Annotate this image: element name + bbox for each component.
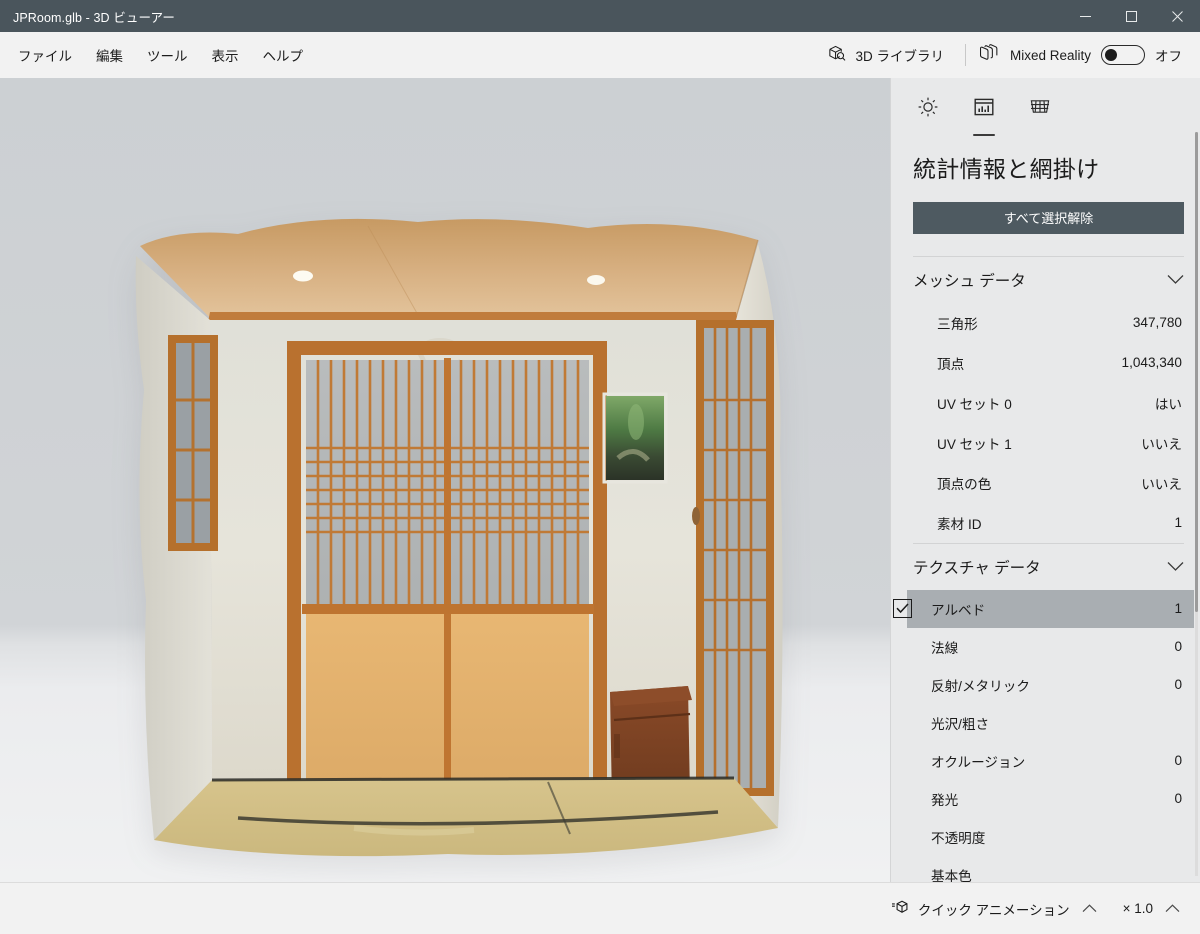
main-body: 統計情報と網掛け すべて選択解除 メッシュ データ 三角形 — [0, 78, 1200, 882]
chevron-down-icon[interactable] — [1167, 274, 1184, 285]
maximize-button[interactable] — [1108, 0, 1154, 32]
table-row: 頂点の色 いいえ — [913, 463, 1184, 503]
row-label: 反射/メタリック — [931, 675, 1030, 695]
3d-viewport[interactable] — [0, 78, 890, 882]
minimize-button[interactable] — [1062, 0, 1108, 32]
row-label: 三角形 — [937, 313, 978, 333]
row-label: 基本色 — [931, 865, 972, 882]
texture-data-section: テクスチャ データ — [913, 543, 1184, 882]
table-row: 頂点 1,043,340 — [913, 343, 1184, 383]
row-label: 頂点の色 — [937, 473, 991, 493]
animation-speed-label: × 1.0 — [1123, 901, 1153, 916]
3d-model-japanese-room[interactable] — [118, 200, 788, 860]
animation-speed-button[interactable]: × 1.0 — [1117, 895, 1186, 922]
deselect-all-button[interactable]: すべて選択解除 — [913, 202, 1184, 234]
bottom-bar: クイック アニメーション × 1.0 — [0, 882, 1200, 934]
toggle-knob — [1105, 49, 1117, 61]
sun-icon — [917, 96, 939, 118]
animation-cube-icon — [891, 899, 910, 919]
list-item-glossiness-roughness[interactable]: 光沢/粗さ — [907, 704, 1194, 742]
title-bar: JPRoom.glb - 3D ビューアー — [0, 0, 1200, 32]
list-item-reflectivity-metallic[interactable]: 反射/メタリック 0 — [907, 666, 1194, 704]
row-value: 1 — [1174, 515, 1182, 530]
menu-bar-right: 3D ライブラリ Mixed Reality オフ — [815, 32, 1200, 78]
grid-icon — [1029, 96, 1051, 116]
table-row: 素材 ID 1 — [913, 503, 1184, 543]
menu-view[interactable]: 表示 — [200, 38, 251, 72]
row-value: 0 — [1174, 791, 1182, 806]
row-label: アルベド — [931, 599, 985, 619]
window-controls — [1062, 0, 1200, 32]
chevron-up-icon[interactable] — [1078, 904, 1097, 913]
panel-tabstrip — [891, 78, 1200, 130]
quick-animation-label: クイック アニメーション — [918, 899, 1070, 919]
row-label: 頂点 — [937, 353, 964, 373]
row-value: 0 — [1174, 753, 1182, 768]
3d-library-button[interactable]: 3D ライブラリ — [815, 36, 956, 74]
tab-lighting[interactable] — [913, 96, 943, 130]
close-button[interactable] — [1154, 0, 1200, 32]
row-value: 0 — [1174, 677, 1182, 692]
list-item-emissive[interactable]: 発光 0 — [907, 780, 1194, 818]
window-title: JPRoom.glb - 3D ビューアー — [0, 7, 175, 26]
mixed-reality-toggle[interactable] — [1101, 45, 1145, 65]
tab-statistics[interactable] — [969, 96, 999, 130]
chevron-up-icon[interactable] — [1161, 904, 1180, 913]
mesh-data-label: メッシュ データ — [913, 269, 1026, 291]
table-row: 三角形 347,780 — [913, 303, 1184, 343]
list-item-occlusion[interactable]: オクルージョン 0 — [907, 742, 1194, 780]
texture-data-label: テクスチャ データ — [913, 556, 1041, 578]
mixed-reality-label: Mixed Reality — [1010, 48, 1091, 63]
chevron-down-icon[interactable] — [1167, 561, 1184, 572]
row-label: UV セット 0 — [937, 393, 1012, 413]
mixed-reality-state: オフ — [1155, 45, 1182, 65]
row-label: 法線 — [931, 637, 958, 657]
statistics-chart-icon — [973, 96, 995, 118]
albedo-checkbox[interactable] — [893, 599, 912, 618]
menu-tools[interactable]: ツール — [135, 38, 200, 72]
row-label: 素材 ID — [937, 513, 982, 533]
row-value: 347,780 — [1133, 315, 1182, 330]
row-value: はい — [1155, 393, 1182, 413]
app-window: JPRoom.glb - 3D ビューアー ファイル 編集 ツール 表示 ヘルプ — [0, 0, 1200, 934]
panel-scrollbar-thumb[interactable] — [1195, 132, 1198, 612]
tab-underline — [973, 134, 995, 137]
row-label: 発光 — [931, 789, 958, 809]
properties-panel-scroll[interactable]: 統計情報と網掛け すべて選択解除 メッシュ データ 三角形 — [891, 78, 1200, 882]
texture-list: アルベド 1 法線 0 反射/メタリック 0 光沢/粗さ — [913, 590, 1184, 882]
menu-divider — [965, 44, 966, 66]
mesh-data-section: メッシュ データ 三角形 347,780 頂点 1,043,340 — [913, 256, 1184, 543]
mesh-data-header[interactable]: メッシュ データ — [913, 257, 1184, 303]
menu-bar: ファイル 編集 ツール 表示 ヘルプ 3D ライブラリ — [0, 32, 1200, 78]
mixed-reality-icon — [979, 44, 1000, 67]
row-label: UV セット 1 — [937, 433, 1012, 453]
row-value: 0 — [1174, 639, 1182, 654]
row-value: 1 — [1174, 601, 1182, 616]
row-label: 光沢/粗さ — [931, 713, 989, 733]
list-item-normal[interactable]: 法線 0 — [907, 628, 1194, 666]
row-value: いいえ — [1141, 433, 1182, 453]
row-value: いいえ — [1141, 473, 1182, 493]
properties-panel: 統計情報と網掛け すべて選択解除 メッシュ データ 三角形 — [890, 78, 1200, 882]
3d-library-label: 3D ライブラリ — [855, 45, 944, 65]
list-item-base-color[interactable]: 基本色 — [907, 856, 1194, 882]
quick-animation-button[interactable]: クイック アニメーション — [885, 893, 1103, 925]
row-value: 1,043,340 — [1122, 355, 1182, 370]
texture-data-header[interactable]: テクスチャ データ — [913, 544, 1184, 590]
list-item-opacity[interactable]: 不透明度 — [907, 818, 1194, 856]
menu-edit[interactable]: 編集 — [84, 38, 135, 72]
list-item-albedo[interactable]: アルベド 1 — [907, 590, 1194, 628]
cube-search-icon — [827, 44, 846, 66]
menu-help[interactable]: ヘルプ — [251, 38, 316, 72]
panel-title: 統計情報と網掛け — [891, 130, 1200, 184]
mixed-reality-group: Mixed Reality オフ — [975, 44, 1186, 67]
menu-file[interactable]: ファイル — [6, 38, 84, 72]
tab-wireframe[interactable] — [1025, 96, 1055, 130]
table-row: UV セット 0 はい — [913, 383, 1184, 423]
row-label: オクルージョン — [931, 751, 1025, 771]
table-row: UV セット 1 いいえ — [913, 423, 1184, 463]
row-label: 不透明度 — [931, 827, 985, 847]
